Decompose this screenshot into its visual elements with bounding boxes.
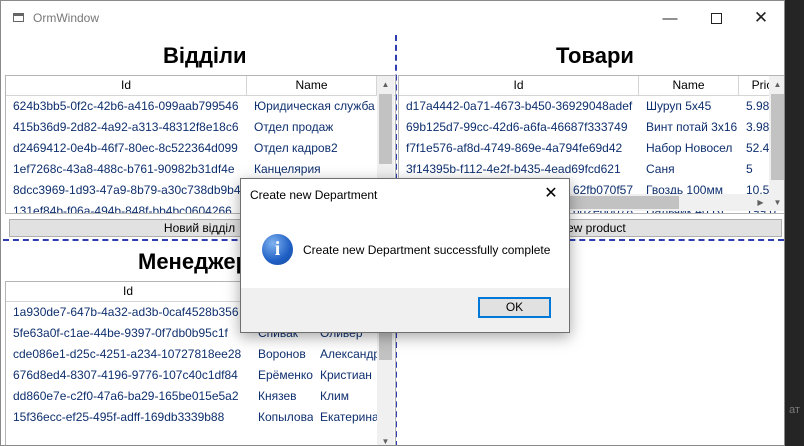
- close-icon: ✕: [753, 8, 769, 27]
- table-row[interactable]: 69b125d7-99cc-42d6-a6fa-46687f333749 Вин…: [399, 117, 784, 138]
- cell-id: 69b125d7-99cc-42d6-a6fa-46687f333749: [406, 120, 628, 134]
- dialog-footer: OK: [241, 288, 569, 332]
- ok-button[interactable]: OK: [478, 297, 551, 318]
- cell-id: 415b36d9-2d82-4a92-a313-48312f8e18c6: [13, 120, 239, 134]
- products-title: Товари: [556, 43, 634, 68]
- cell-id: 5fe63a0f-c1ae-44be-9397-0f7db0b95c1f: [13, 326, 228, 340]
- maximize-button[interactable]: [693, 1, 739, 35]
- maximize-icon: [710, 12, 722, 24]
- cell-firstname: Екатерина: [320, 410, 377, 424]
- cell-firstname: Клим: [320, 389, 349, 403]
- scroll-up-icon[interactable]: ▲: [377, 76, 394, 93]
- cell-surname: Князев: [258, 389, 297, 403]
- cell-name: Юридическая служба: [254, 99, 375, 113]
- cell-name: Винт потай 3х16: [646, 120, 738, 134]
- cell-id: dd860e7e-c2f0-47a6-ba29-165be015e5a2: [13, 389, 239, 403]
- cell-id: d17a4442-0a71-4673-b450-36929048adef: [406, 99, 633, 113]
- title-bar: OrmWindow — ✕: [1, 1, 784, 35]
- column-header-id[interactable]: Id: [6, 282, 251, 301]
- cell-name: Канцелярия: [254, 162, 321, 176]
- table-row[interactable]: 1ef7268c-43a8-488c-b761-90982b31df4e Кан…: [6, 159, 395, 180]
- cell-name: Отдел продаж: [254, 120, 334, 134]
- departments-grid-header: Id Name: [6, 76, 395, 96]
- cell-id: 1a930de7-647b-4a32-ad3b-0caf4528b356: [13, 305, 239, 319]
- cell-name: Набор Новосел: [646, 141, 733, 155]
- cell-name: Отдел кадров2: [254, 141, 338, 155]
- column-header-name[interactable]: Name: [639, 76, 739, 95]
- cell-firstname: Кристиан: [320, 368, 372, 382]
- orm-window: OrmWindow — ✕ Відділи Id Name 624b3bb5-0…: [0, 0, 785, 446]
- cell-id: 676d8ed4-8307-4196-9776-107c40c1df84: [13, 368, 238, 382]
- edge-text: ат: [789, 404, 800, 416]
- table-row[interactable]: f7f1e576-af8d-4749-869e-4a794fe69d42 Наб…: [399, 138, 784, 159]
- cell-firstname: Александр: [320, 347, 377, 361]
- scroll-thumb[interactable]: [379, 94, 392, 164]
- cell-id: 3f14395b-f112-4e2f-b435-4ead69fcd621: [406, 162, 621, 176]
- minimize-button[interactable]: —: [647, 1, 693, 35]
- column-header-id[interactable]: Id: [6, 76, 247, 95]
- products-vertical-scrollbar[interactable]: ▲ ▼: [769, 76, 784, 211]
- scroll-down-icon[interactable]: ▼: [377, 433, 394, 445]
- table-row[interactable]: dd860e7e-c2f0-47a6-ba29-165be015e5a2 Кня…: [6, 386, 395, 407]
- cell-surname: Воронов: [258, 347, 306, 361]
- table-row[interactable]: cde086e1-d25c-4251-a234-10727818ee28 Вор…: [6, 344, 395, 365]
- window-title: OrmWindow: [33, 11, 100, 25]
- dialog-title: Create new Department: [250, 188, 378, 202]
- table-row[interactable]: 15f36ecc-ef25-495f-adff-169db3339b88 Коп…: [6, 407, 395, 428]
- departments-title: Відділи: [163, 43, 247, 68]
- close-icon: ✕: [544, 185, 558, 202]
- cell-id: f7f1e576-af8d-4749-869e-4a794fe69d42: [406, 141, 623, 155]
- information-icon: i: [262, 234, 293, 265]
- table-row[interactable]: 415b36d9-2d82-4a92-a313-48312f8e18c6 Отд…: [6, 117, 395, 138]
- table-row[interactable]: 676d8ed4-8307-4196-9776-107c40c1df84 Ерё…: [6, 365, 395, 386]
- background-editor-strip: ат: [785, 0, 804, 446]
- products-grid-header: Id Name Pric: [399, 76, 784, 96]
- scroll-thumb[interactable]: [771, 94, 784, 180]
- cell-surname: Копылова: [258, 410, 313, 424]
- minimize-icon: —: [662, 9, 678, 27]
- cell-id: d2469412-0e4b-46f7-80ec-8c522364d099: [13, 141, 238, 155]
- message-dialog: Create new Department ✕ i Create new Dep…: [240, 178, 570, 333]
- scroll-right-icon[interactable]: ▶: [752, 194, 769, 211]
- column-header-name[interactable]: Name: [247, 76, 377, 95]
- cell-id: 131ef84b-f06a-494b-848f-bb4bc0604266: [13, 204, 232, 214]
- cell-name: Саня: [646, 162, 675, 176]
- scroll-up-icon[interactable]: ▲: [769, 76, 784, 93]
- close-button[interactable]: ✕: [738, 1, 784, 35]
- table-row[interactable]: 624b3bb5-0f2c-42b6-a416-099aab799546 Юри…: [6, 96, 395, 117]
- window-app-icon: [13, 13, 24, 22]
- cell-id: 8dcc3969-1d93-47a9-8b79-a30c738db9b4: [13, 183, 241, 197]
- table-row[interactable]: d17a4442-0a71-4673-b450-36929048adef Шур…: [399, 96, 784, 117]
- dialog-close-button[interactable]: ✕: [539, 183, 563, 205]
- dialog-message: Create new Department successfully compl…: [303, 243, 551, 257]
- scroll-down-icon[interactable]: ▼: [769, 194, 784, 211]
- column-header-id[interactable]: Id: [399, 76, 639, 95]
- cell-id: 1ef7268c-43a8-488c-b761-90982b31df4e: [13, 162, 235, 176]
- cell-id: 624b3bb5-0f2c-42b6-a416-099aab799546: [13, 99, 239, 113]
- cell-id: cde086e1-d25c-4251-a234-10727818ee28: [13, 347, 242, 361]
- cell-name: Шуруп 5х45: [646, 99, 712, 113]
- table-row[interactable]: d2469412-0e4b-46f7-80ec-8c522364d099 Отд…: [6, 138, 395, 159]
- cell-id: 15f36ecc-ef25-495f-adff-169db3339b88: [13, 410, 225, 424]
- table-row[interactable]: 3f14395b-f112-4e2f-b435-4ead69fcd621 Сан…: [399, 159, 784, 180]
- cell-surname: Ерёменко: [258, 368, 313, 382]
